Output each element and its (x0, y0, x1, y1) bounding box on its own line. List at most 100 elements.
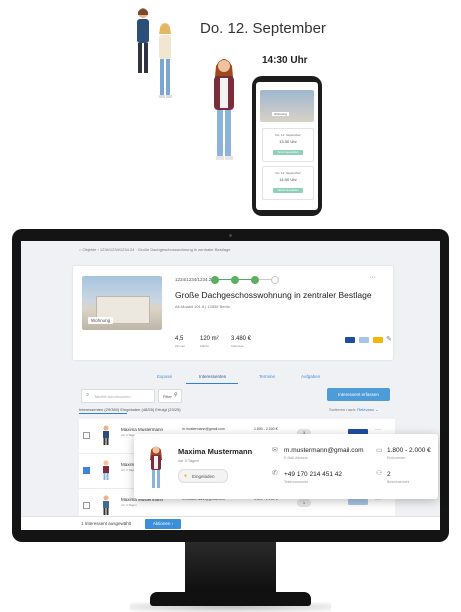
mail-icon: ✉ (272, 447, 278, 454)
property-more-button[interactable]: ··· (369, 274, 376, 281)
phone-slot-2-label: Do. 12. September (275, 171, 301, 175)
avatar (103, 495, 109, 515)
popup-persons: 2 (387, 471, 391, 478)
tab-expose[interactable]: Exposé (157, 374, 172, 379)
sorting-control[interactable]: Sortieren nach: Relevanz ⌄ (329, 407, 378, 412)
progress-step-3 (251, 276, 259, 284)
rooms-value: 4,5 (175, 336, 184, 342)
portal-logo-1 (345, 337, 355, 343)
property-address: Alt-Moabit 101 A | 10559 Berlin (175, 304, 230, 309)
income-icon: ▭ (376, 447, 383, 454)
row-count-pill: 1 (297, 499, 311, 507)
person-couple-illustration (137, 8, 172, 98)
property-card: Wohnung 1234/1234/1234.24 Große Dachgesc… (73, 266, 393, 360)
price-value: 3.480 € (231, 336, 252, 342)
bulk-action-bar: 1 Interessent ausgewählt Aktionen › (21, 516, 440, 530)
portal-logo-3 (373, 337, 383, 343)
sorting-label: Sortieren nach: (329, 407, 357, 412)
popup-email: m.mustermann@gmail.com (284, 447, 364, 454)
phone-photo-tag: Wohnung (272, 112, 289, 116)
row-since: vor 3 Tagen (121, 503, 137, 507)
property-type-tag: Wohnung (88, 317, 114, 324)
progress-step-1 (211, 276, 219, 284)
actions-button[interactable]: Aktionen › (145, 519, 181, 529)
sorting-value: Relevanz (357, 407, 374, 412)
phone-screen: Wohnung Do. 12. September 13:30 Uhr Term… (256, 82, 318, 210)
tab-aufgaben[interactable]: Aufgaben (301, 374, 320, 379)
smartphone: Wohnung Do. 12. September 13:30 Uhr Term… (252, 76, 322, 216)
avatar (103, 425, 109, 445)
popup-phone: +49 170 214 451 42 (284, 471, 343, 478)
tab-termine[interactable]: Termine (259, 374, 275, 379)
row-checkbox-checked[interactable] (83, 467, 90, 474)
phone-slot-2[interactable]: Do. 12. September 14:00 Uhr Termin auswä… (262, 166, 314, 200)
phone-slot-2-button[interactable]: Termin auswählen (273, 188, 303, 193)
chevron-right-icon: › (171, 521, 174, 526)
price-label: Kaltmiete (231, 344, 244, 348)
property-photo[interactable]: Wohnung (82, 276, 162, 330)
camera-dot (229, 234, 232, 237)
row-checkbox[interactable] (83, 502, 90, 509)
phone-slot-2-button-label: Termin auswählen (277, 188, 299, 192)
filter-icon: ⚲ (174, 392, 178, 398)
illustration: Do. 12. September 14:30 Uhr Wohnung Do. … (0, 0, 461, 225)
area-label: Fläche (200, 344, 210, 348)
active-tab-indicator (186, 383, 238, 384)
status-subtabs[interactable]: Interessenten (29/360) Eingeladen (48/55… (79, 407, 181, 412)
search-input[interactable]: ⌕ Tabelle durchsuchen (81, 389, 155, 403)
add-interessent-button[interactable]: Interessent erfassen (327, 388, 390, 401)
interessent-detail-popup[interactable]: Maxima Mustermann vor 3 Tagen ● Eingelad… (134, 434, 438, 499)
phone-slot-1-button-label: Termin auswählen (277, 150, 299, 154)
appointment-time: 14:30 Uhr (262, 55, 308, 66)
filter-button[interactable]: Filter ⚲ (158, 389, 182, 403)
row-checkbox[interactable] (83, 432, 90, 439)
phone-slot-1-button[interactable]: Termin auswählen (273, 150, 303, 155)
row-more-button[interactable]: ··· (375, 427, 381, 433)
persons-icon: ⚇ (376, 470, 383, 477)
phone-slot-1-label: Do. 12. September (275, 133, 301, 137)
row-email: m.mustermann@gmail.com (182, 427, 225, 431)
area-value: 120 m² (200, 336, 219, 342)
breadcrumb-text: Objekte › 1234/1234/1234.24 · Große Dach… (82, 247, 231, 252)
progress-step-2 (231, 276, 239, 284)
phone-slot-1[interactable]: Do. 12. September 13:30 Uhr Termin auswä… (262, 128, 314, 162)
popup-income: 1.800 - 2.000 € (387, 447, 431, 454)
progress-step-4 (271, 276, 279, 284)
avatar (103, 460, 109, 480)
selection-count: 1 Interessent ausgewählt (81, 521, 132, 526)
tab-interessenten[interactable]: Interessenten (199, 374, 226, 379)
popup-email-label: E-Mail-Adresse (284, 456, 308, 460)
filter-label: Filter (163, 393, 172, 399)
popup-phone-label: Telefonnummer (284, 480, 309, 484)
row-name: Maxima Mustermann (121, 427, 164, 432)
phone-slot-2-time: 14:00 Uhr (279, 177, 297, 182)
status-dot-icon: ● (184, 472, 188, 479)
popup-income-label: Einkommen (387, 456, 406, 460)
chevron-down-icon: ⌄ (375, 407, 379, 412)
actions-button-label: Aktionen (152, 521, 171, 526)
phone-icon: ✆ (272, 470, 278, 477)
home-icon[interactable]: ⌂ (79, 247, 81, 252)
row-income: 1.800 - 2.000 € (254, 427, 278, 431)
subtab-underline (79, 413, 127, 414)
property-id: 1234/1234/1234.24 (175, 277, 214, 282)
appointment-date: Do. 12. September (200, 20, 326, 37)
woman-illustration (214, 59, 234, 160)
edit-icon[interactable]: ✎ (386, 335, 392, 343)
phone-slot-1-time: 13:30 Uhr (279, 139, 297, 144)
popup-name: Maxima Mustermann (178, 447, 253, 456)
monitor-base (150, 592, 311, 606)
popup-persons-label: Bewohnerzahl (387, 480, 410, 484)
phone-property-photo: Wohnung (260, 90, 314, 122)
search-icon: ⌕ (86, 392, 90, 398)
rooms-label: Zimmer (175, 344, 186, 348)
portal-logo-2 (359, 337, 369, 343)
search-placeholder: Tabelle durchsuchen (94, 393, 131, 399)
status-label: Eingeladen (192, 473, 215, 479)
avatar-woman (150, 446, 162, 488)
breadcrumb[interactable]: ⌂ Objekte › 1234/1234/1234.24 · Große Da… (79, 247, 230, 252)
portal-badge (348, 499, 368, 505)
popup-since: vor 3 Tagen (178, 458, 199, 463)
monitor-stand (185, 542, 276, 594)
property-title: Große Dachgeschosswohnung in zentraler B… (175, 290, 372, 300)
